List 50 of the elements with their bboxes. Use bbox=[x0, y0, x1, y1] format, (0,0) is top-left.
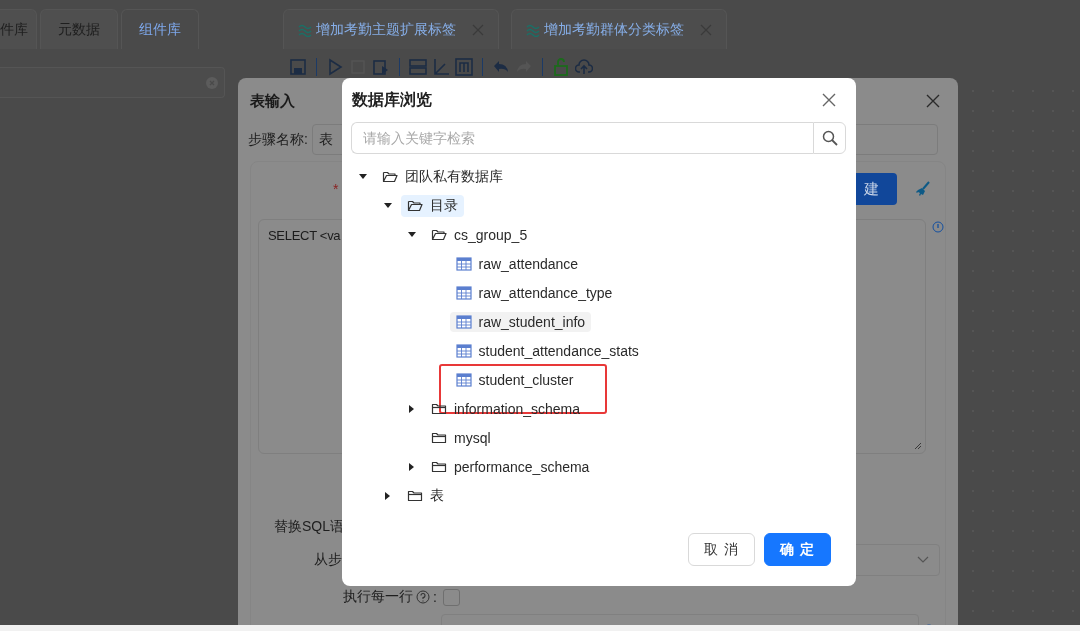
tab[interactable]: 增加考勤主题扩展标签 bbox=[283, 9, 499, 49]
folder-item[interactable]: 表 bbox=[400, 484, 450, 507]
field-label: 从步 bbox=[314, 551, 342, 569]
field-label: 步骤名称: bbox=[248, 130, 308, 149]
field-label: 替换SQL语 bbox=[274, 518, 344, 536]
table-icon bbox=[455, 284, 472, 301]
rows-icon[interactable] bbox=[409, 58, 427, 76]
axis-icon[interactable] bbox=[432, 58, 450, 76]
waves-icon bbox=[298, 22, 312, 37]
dialog-title: 数据库浏览 bbox=[352, 89, 432, 110]
m-box-icon[interactable] bbox=[455, 58, 473, 76]
broom-icon[interactable] bbox=[915, 181, 931, 197]
folder-item[interactable]: 团队私有数据库 bbox=[376, 165, 509, 188]
close-icon[interactable] bbox=[926, 94, 940, 108]
upload-icon[interactable] bbox=[575, 58, 593, 76]
chevron-down-icon bbox=[917, 556, 929, 564]
cancel-button[interactable]: 取 消 bbox=[688, 533, 756, 566]
required-mark: * bbox=[333, 181, 339, 197]
table-icon bbox=[455, 255, 472, 272]
unlock-icon[interactable] bbox=[552, 58, 570, 76]
help-icon[interactable] bbox=[416, 590, 430, 604]
table-item[interactable]: student_cluster bbox=[449, 369, 580, 390]
folder-item[interactable]: performance_schema bbox=[425, 456, 596, 477]
waves-icon bbox=[526, 22, 540, 37]
sql-text: SELECT <va bbox=[268, 228, 341, 243]
search-icon bbox=[821, 130, 838, 146]
debug-icon[interactable] bbox=[372, 58, 390, 76]
tab[interactable]: 组件库 bbox=[121, 9, 199, 49]
info-icon[interactable] bbox=[932, 221, 944, 233]
table-icon bbox=[455, 342, 472, 359]
colon-text: : bbox=[433, 589, 437, 605]
table-item[interactable]: raw_attendance_type bbox=[449, 282, 619, 303]
resize-grip-icon[interactable] bbox=[914, 442, 922, 450]
table-item[interactable]: raw_student_info bbox=[449, 311, 592, 332]
checkbox[interactable] bbox=[442, 588, 460, 606]
folder-item[interactable]: cs_group_5 bbox=[425, 224, 534, 245]
close-icon[interactable] bbox=[822, 93, 836, 107]
table-icon bbox=[455, 371, 472, 388]
table-item[interactable]: student_attendance_stats bbox=[449, 340, 645, 361]
field-label: 执行每一行 bbox=[343, 588, 413, 606]
folder-item[interactable]: mysql bbox=[425, 427, 497, 448]
confirm-button[interactable]: 确 定 bbox=[764, 533, 831, 566]
folder-item[interactable]: 目录 bbox=[400, 194, 464, 217]
play-icon[interactable] bbox=[326, 58, 344, 76]
table-icon bbox=[455, 313, 472, 330]
search-button[interactable] bbox=[813, 122, 846, 154]
tab[interactable]: 增加考勤群体分类标签 bbox=[511, 9, 727, 49]
table-item[interactable]: raw_attendance bbox=[449, 253, 585, 274]
save-icon[interactable] bbox=[289, 58, 307, 76]
dialog-title: 表输入 bbox=[250, 91, 295, 111]
